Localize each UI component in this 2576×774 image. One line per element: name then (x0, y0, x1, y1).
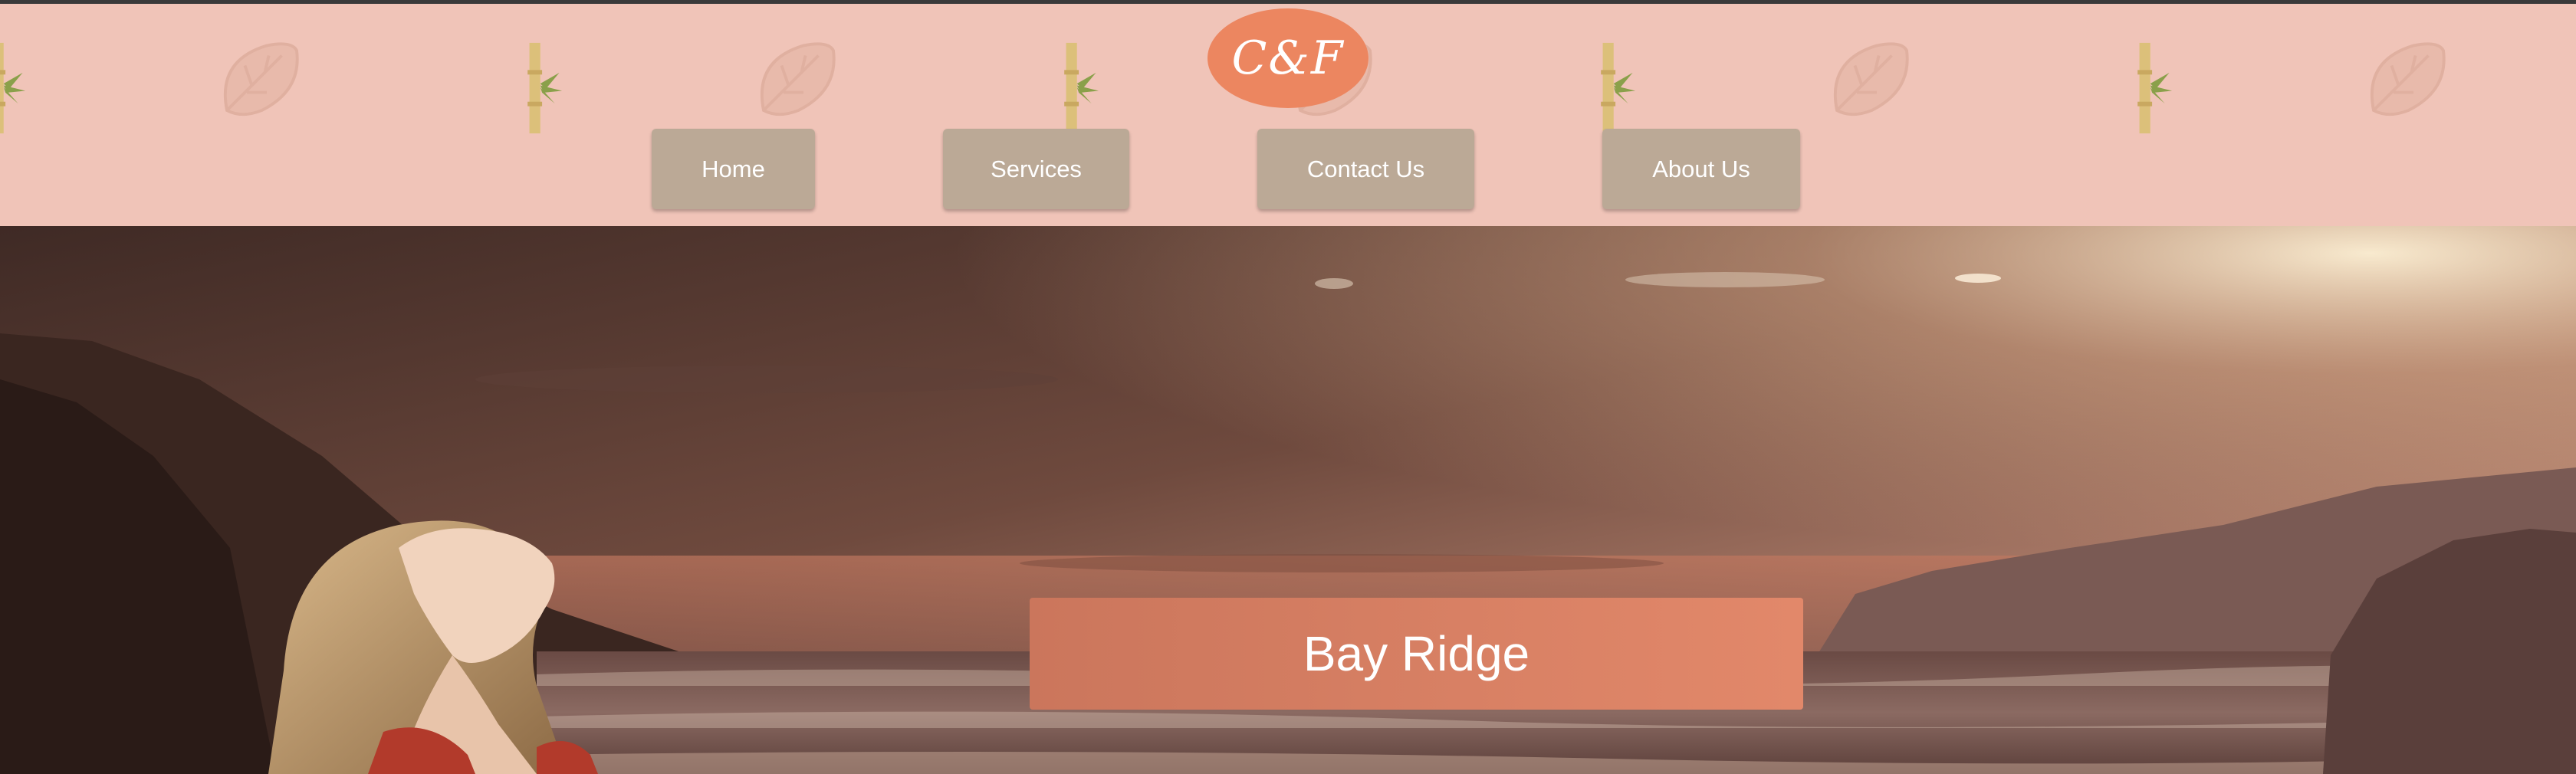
hero-section: Bay Ridge (0, 226, 2576, 774)
site-header: C&F Home Services Contact Us About Us (0, 4, 2576, 226)
leaf-icon (744, 31, 843, 130)
nav-home-label: Home (702, 155, 765, 182)
bamboo-icon (1576, 38, 1644, 138)
bamboo-icon (1039, 38, 1108, 138)
bamboo-icon (502, 38, 571, 138)
leaf-icon (2354, 31, 2453, 130)
nav-home-button[interactable]: Home (652, 129, 815, 209)
nav-services-button[interactable]: Services (943, 129, 1129, 209)
nav-contact-button[interactable]: Contact Us (1257, 129, 1474, 209)
location-title: Bay Ridge (1303, 626, 1530, 681)
bamboo-icon (2112, 38, 2181, 138)
nav-about-label: About Us (1652, 155, 1750, 182)
nav-contact-label: Contact Us (1306, 155, 1425, 182)
leaf-icon (207, 31, 307, 130)
logo-text: C&F (1231, 31, 1345, 85)
nav-services-label: Services (991, 155, 1082, 182)
bamboo-icon (0, 38, 34, 138)
site-logo[interactable]: C&F (1208, 8, 1368, 108)
leaf-icon (1817, 31, 1917, 130)
location-banner: Bay Ridge (1030, 598, 1803, 710)
nav-about-button[interactable]: About Us (1602, 129, 1800, 209)
